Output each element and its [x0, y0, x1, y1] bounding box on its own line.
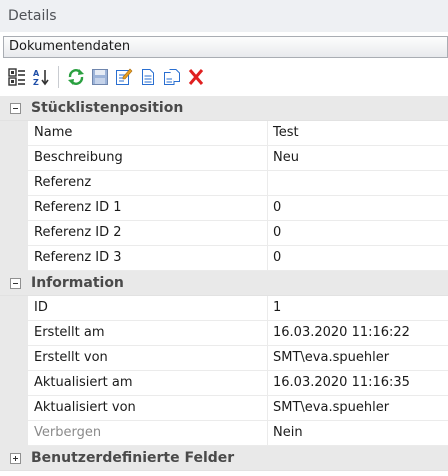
property-key: Erstellt von [28, 346, 268, 371]
property-key: Beschreibung [28, 146, 268, 171]
property-value[interactable]: Nein [268, 421, 448, 446]
save-button[interactable] [89, 66, 111, 88]
property-row-referenz[interactable]: Referenz [0, 171, 448, 196]
sort-alphabetical-icon: A Z [33, 69, 49, 86]
property-key: Aktualisiert am [28, 371, 268, 396]
property-row-erstellt-von[interactable]: Erstellt von SMT\eva.spuehler [0, 346, 448, 371]
property-value[interactable]: 16.03.2020 11:16:35 [268, 371, 448, 396]
category-benutzerdefinierte-felder[interactable]: Benutzerdefinierte Felder [0, 446, 448, 471]
category-label: Information [31, 275, 124, 291]
property-value[interactable]: 0 [268, 246, 448, 271]
property-value[interactable]: 16.03.2020 11:16:22 [268, 321, 448, 346]
category-label: Benutzerdefinierte Felder [31, 450, 235, 466]
property-row-erstellt-am[interactable]: Erstellt am 16.03.2020 11:16:22 [0, 321, 448, 346]
row-gutter [0, 421, 28, 446]
property-key: Aktualisiert von [28, 396, 268, 421]
sort-alphabetical-button[interactable]: A Z [30, 66, 52, 88]
property-value[interactable]: 1 [268, 296, 448, 321]
row-gutter [0, 196, 28, 221]
panel-title: Details [0, 0, 448, 32]
row-gutter [0, 346, 28, 371]
property-key: Verbergen [28, 421, 268, 446]
toolbar: A Z [6, 63, 446, 91]
property-value[interactable]: Neu [268, 146, 448, 171]
property-row-verbergen[interactable]: Verbergen Nein [0, 421, 448, 446]
row-gutter [0, 246, 28, 271]
delete-button[interactable] [185, 66, 207, 88]
refresh-button[interactable] [65, 66, 87, 88]
property-row-name[interactable]: Name Test [0, 121, 448, 146]
category-label: Stücklistenposition [31, 100, 184, 116]
row-gutter [0, 146, 28, 171]
collapse-toggle-icon[interactable] [10, 102, 21, 114]
svg-text:Z: Z [33, 78, 39, 86]
copy-document-button[interactable] [161, 66, 183, 88]
property-value[interactable]: Test [268, 121, 448, 146]
copy-document-icon [164, 69, 180, 85]
refresh-icon [68, 69, 84, 85]
save-icon [92, 69, 108, 85]
edit-icon [116, 68, 133, 85]
property-value[interactable]: 0 [268, 196, 448, 221]
edit-button[interactable] [113, 66, 135, 88]
property-key: Referenz [28, 171, 268, 196]
property-key: Referenz ID 2 [28, 221, 268, 246]
property-value[interactable]: SMT\eva.spuehler [268, 346, 448, 371]
property-value[interactable]: 0 [268, 221, 448, 246]
property-row-id[interactable]: ID 1 [0, 296, 448, 321]
row-gutter [0, 396, 28, 421]
row-gutter [0, 296, 28, 321]
row-gutter [0, 221, 28, 246]
property-key: Referenz ID 3 [28, 246, 268, 271]
row-gutter [0, 371, 28, 396]
document-data-select[interactable]: Dokumentendaten [3, 36, 448, 58]
property-key: ID [28, 296, 268, 321]
property-row-aktualisiert-am[interactable]: Aktualisiert am 16.03.2020 11:16:35 [0, 371, 448, 396]
row-gutter [0, 121, 28, 146]
expand-toggle-icon[interactable] [10, 452, 21, 464]
property-value[interactable]: SMT\eva.spuehler [268, 396, 448, 421]
property-key: Referenz ID 1 [28, 196, 268, 221]
property-row-referenz-id-1[interactable]: Referenz ID 1 0 [0, 196, 448, 221]
property-row-referenz-id-3[interactable]: Referenz ID 3 0 [0, 246, 448, 271]
property-row-beschreibung[interactable]: Beschreibung Neu [0, 146, 448, 171]
property-key: Erstellt am [28, 321, 268, 346]
svg-text:A: A [33, 69, 40, 78]
property-row-referenz-id-2[interactable]: Referenz ID 2 0 [0, 221, 448, 246]
new-document-icon [142, 69, 154, 85]
row-gutter [0, 171, 28, 196]
category-information[interactable]: Information [0, 271, 448, 296]
property-key: Name [28, 121, 268, 146]
categorized-view-button[interactable] [6, 66, 28, 88]
collapse-toggle-icon[interactable] [10, 277, 21, 289]
delete-icon [188, 69, 204, 85]
toolbar-separator [58, 66, 59, 88]
property-value[interactable] [268, 171, 448, 196]
row-gutter [0, 321, 28, 346]
property-row-aktualisiert-von[interactable]: Aktualisiert von SMT\eva.spuehler [0, 396, 448, 421]
category-stuecklistenposition[interactable]: Stücklistenposition [0, 96, 448, 121]
new-document-button[interactable] [137, 66, 159, 88]
property-grid: Stücklistenposition Name Test Beschreibu… [0, 96, 448, 471]
categorized-view-icon [8, 68, 25, 86]
